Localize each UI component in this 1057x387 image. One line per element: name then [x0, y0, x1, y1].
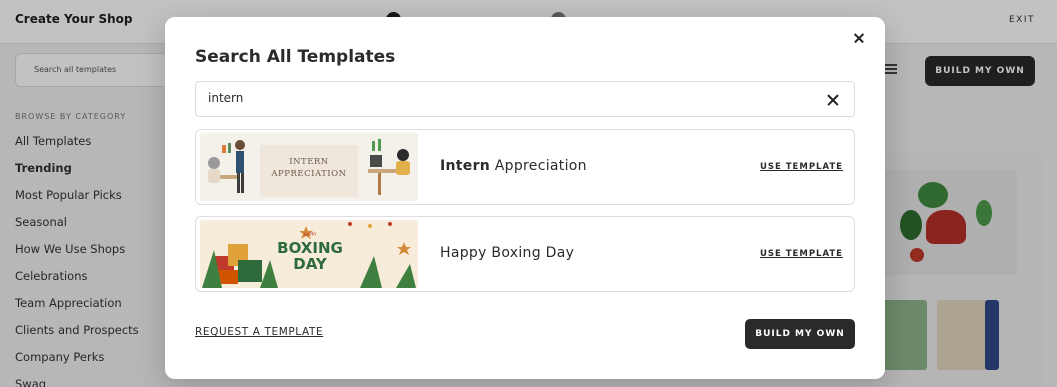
thumbnail-text: INTERN APPRECIATION — [271, 157, 347, 179]
clear-search-button[interactable] — [825, 92, 841, 108]
clear-icon — [825, 92, 841, 108]
use-template-button[interactable]: USE TEMPLATE — [760, 249, 843, 259]
result-happy-boxing-day[interactable]: HAPPY BOXING DAY Happy Boxing Day USE TE… — [195, 216, 855, 292]
search-templates-modal: Search All Templates intern INTERN APPRE… — [165, 17, 885, 379]
modal-close-button[interactable] — [851, 30, 867, 46]
template-name-match: Intern — [440, 158, 491, 174]
intern-appreciation-thumbnail: INTERN APPRECIATION — [200, 133, 418, 201]
thumbnail-text: BOXING DAY — [277, 239, 343, 273]
close-icon — [851, 30, 867, 46]
modal-title: Search All Templates — [195, 47, 396, 67]
request-template-link[interactable]: REQUEST A TEMPLATE — [195, 326, 323, 338]
use-template-button[interactable]: USE TEMPLATE — [760, 162, 843, 172]
boxing-day-thumbnail: HAPPY BOXING DAY — [200, 220, 418, 288]
template-name: Happy Boxing Day — [440, 245, 574, 261]
thumbnail-happy: HAPPY — [303, 232, 317, 237]
template-name-rest: Appreciation — [490, 158, 587, 174]
template-search-box — [195, 81, 855, 117]
template-search-field[interactable] — [208, 91, 808, 105]
template-name: Intern Appreciation — [440, 158, 587, 174]
result-intern-appreciation[interactable]: INTERN APPRECIATION Intern Appreciation … — [195, 129, 855, 205]
template-name-rest: Happy Boxing Day — [440, 245, 575, 261]
build-my-own-button[interactable]: BUILD MY OWN — [745, 319, 855, 349]
